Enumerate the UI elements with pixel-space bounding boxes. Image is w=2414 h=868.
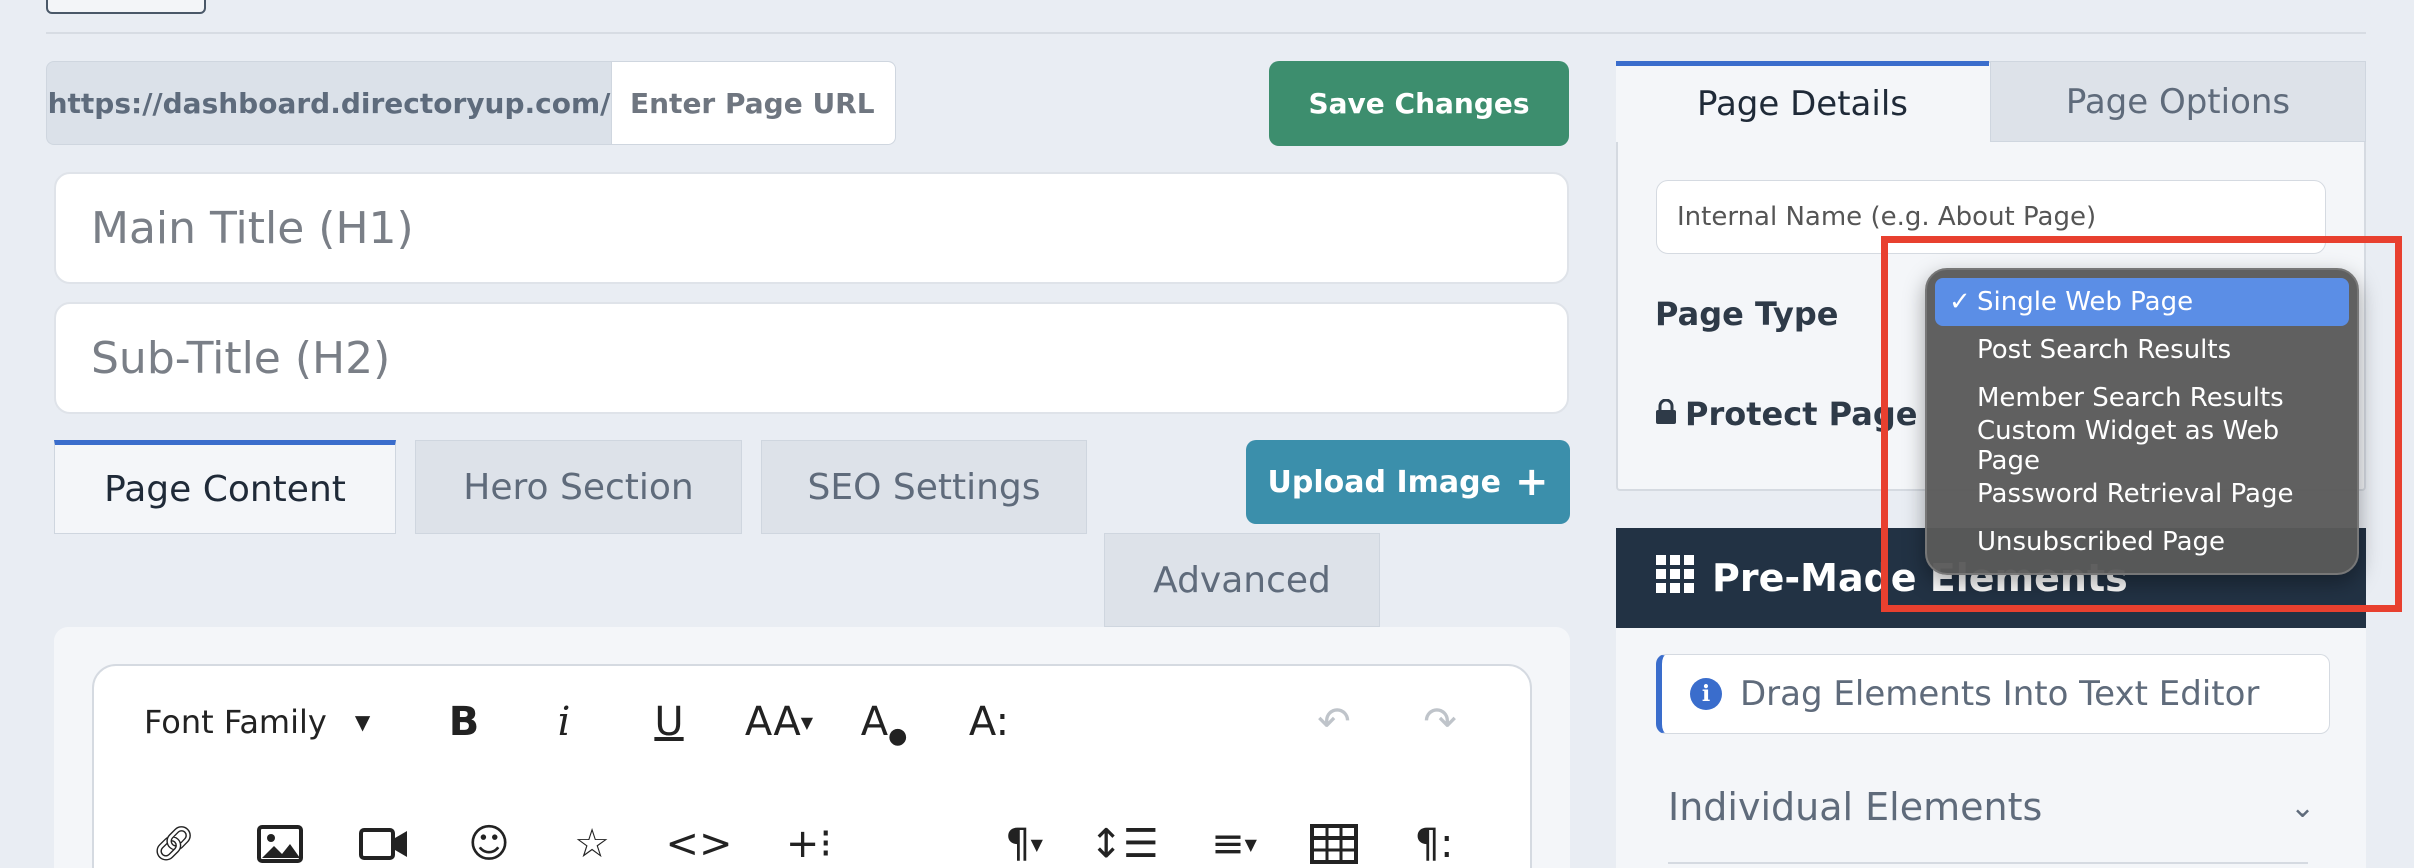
text-color-button[interactable]: A ● (854, 692, 914, 752)
drag-hint-text: Drag Elements Into Text Editor (1740, 674, 2260, 714)
caret-down-icon: ▼ (354, 710, 371, 734)
font-family-dropdown[interactable]: Font Family ▼ (144, 692, 370, 752)
tab-advanced[interactable]: Advanced (1104, 533, 1380, 627)
align-icon[interactable]: ≡ ▼ (1194, 814, 1274, 868)
insert-more-icon[interactable]: +⁝ (774, 814, 844, 868)
subtitle-input[interactable] (54, 302, 1569, 414)
page-url-group: https://dashboard.directoryup.com/ (46, 61, 896, 145)
font-size-button[interactable]: AA ▼ (739, 692, 819, 752)
drag-elements-hint: i Drag Elements Into Text Editor (1656, 654, 2330, 734)
table-icon[interactable] (1304, 814, 1364, 868)
line-height-icon[interactable]: ↕☰ (1084, 814, 1164, 868)
font-size-label: AA (744, 699, 801, 745)
plus-icon: + (1514, 459, 1549, 505)
caret-down-icon: ▼ (800, 712, 814, 732)
caret-down-icon: ▼ (1244, 834, 1257, 854)
save-changes-button[interactable]: Save Changes (1269, 61, 1569, 146)
text-color-label: A (860, 699, 889, 745)
tab-hero-section[interactable]: Hero Section (415, 440, 742, 534)
underline-button[interactable]: U (644, 692, 694, 752)
bold-button[interactable]: B (439, 692, 489, 752)
video-icon[interactable] (354, 814, 414, 868)
protect-page-row: Protect Page (1655, 395, 1917, 433)
url-prefix: https://dashboard.directoryup.com/ (46, 61, 611, 145)
highlight-annotation (1881, 236, 2402, 612)
tab-page-details[interactable]: Page Details (1616, 61, 1989, 142)
upload-image-button[interactable]: Upload Image + (1246, 440, 1570, 524)
tab-page-content[interactable]: Page Content (54, 440, 396, 534)
lock-icon (1655, 395, 1677, 433)
editor-toolbar: Font Family ▼ B i U AA ▼ A ● A: ↶ ↷ 🔗︎ ☺ ☆… (92, 664, 1532, 868)
paragraph-style-button[interactable]: A: (959, 692, 1019, 752)
undo-icon[interactable]: ↶ (1304, 692, 1364, 752)
top-button-stub[interactable] (46, 0, 206, 14)
emoji-icon[interactable]: ☺ (459, 814, 519, 868)
paragraph-format-button[interactable]: ¶ ▼ (984, 814, 1064, 868)
info-icon: i (1690, 678, 1722, 710)
divider (46, 32, 2366, 34)
main-title-input[interactable] (54, 172, 1569, 284)
paragraph-format-label: ¶ (1005, 821, 1031, 867)
tab-page-options[interactable]: Page Options (1990, 61, 2366, 142)
image-icon[interactable] (250, 814, 310, 868)
italic-button[interactable]: i (539, 692, 589, 752)
individual-elements-label[interactable]: Individual Elements (1668, 785, 2042, 829)
caret-down-icon: ▼ (1030, 834, 1043, 854)
chevron-down-icon[interactable]: ⌄ (2290, 790, 2315, 825)
page-type-label: Page Type (1655, 295, 1839, 333)
upload-image-label: Upload Image (1267, 464, 1501, 500)
more-paragraph-button[interactable]: ¶: (1404, 814, 1464, 868)
tab-seo-settings[interactable]: SEO Settings (761, 440, 1087, 534)
link-icon[interactable]: 🔗︎ (144, 814, 204, 868)
font-family-label: Font Family (144, 703, 327, 741)
code-icon[interactable]: <> (664, 814, 734, 868)
star-icon[interactable]: ☆ (562, 814, 622, 868)
redo-icon[interactable]: ↷ (1410, 692, 1470, 752)
grid-icon (1656, 554, 1694, 602)
page-url-input[interactable] (611, 61, 896, 145)
droplet-icon: ● (888, 723, 908, 749)
divider (1668, 862, 2308, 864)
